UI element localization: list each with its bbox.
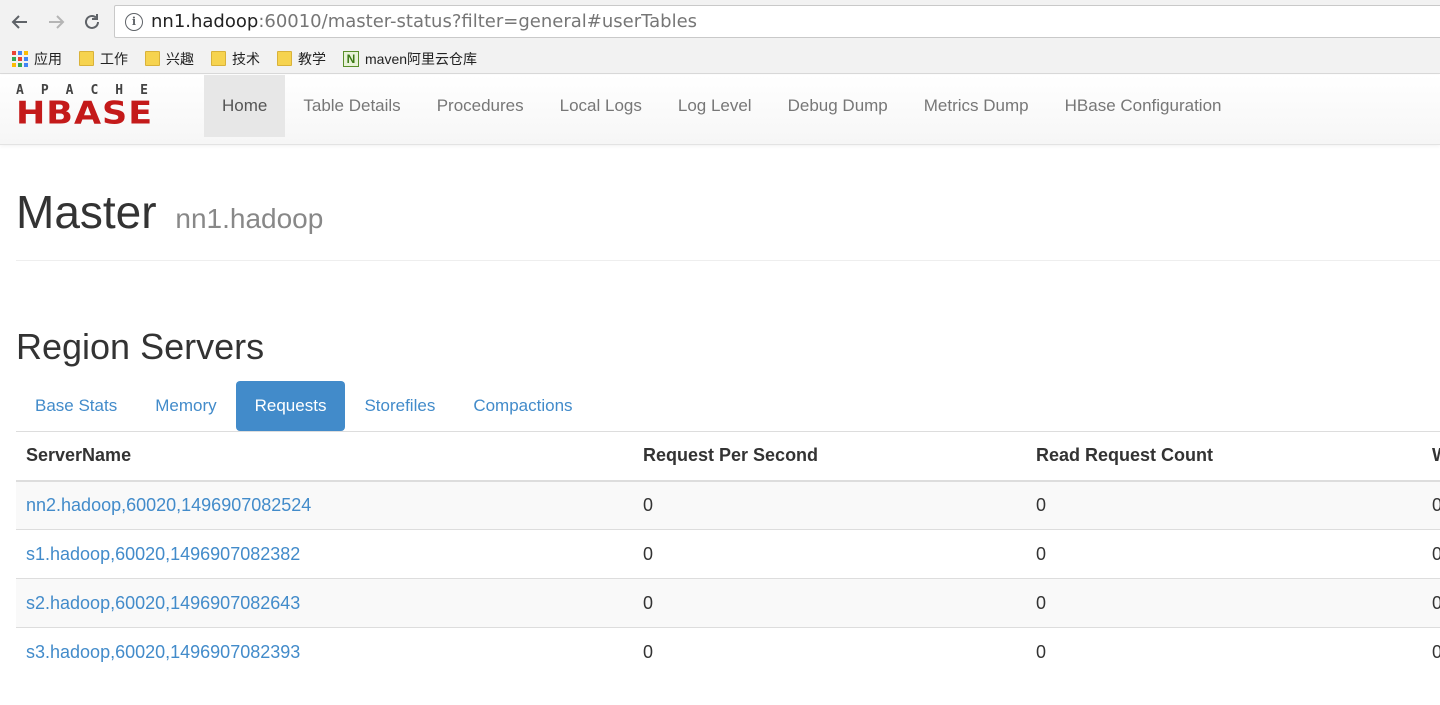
back-arrow-icon — [11, 15, 27, 29]
reload-button[interactable] — [76, 6, 108, 38]
bookmark-folder-interest[interactable]: 兴趣 — [145, 49, 194, 69]
back-button[interactable] — [4, 6, 36, 38]
tab-memory[interactable]: Memory — [136, 381, 235, 431]
cell-write-request-count: 0 — [1422, 529, 1440, 579]
table-header-row: ServerName Request Per Second Read Reque… — [16, 431, 1440, 482]
bookmark-apps[interactable]: 应用 — [12, 49, 62, 69]
nav-metrics-dump[interactable]: Metrics Dump — [906, 75, 1047, 137]
table-row: nn2.hadoop,60020,1496907082524 0 0 0 — [16, 480, 1440, 530]
cell-request-per-second: 0 — [633, 529, 1026, 579]
forward-arrow-icon — [49, 15, 65, 29]
cell-write-request-count: 0 — [1422, 627, 1440, 677]
cell-read-request-count: 0 — [1026, 480, 1422, 530]
bookmarks-bar: 应用 工作 兴趣 技术 教学 N maven阿里云仓库 — [0, 44, 1440, 74]
url-host: nn1.hadoop — [151, 11, 259, 32]
tab-storefiles[interactable]: Storefiles — [345, 381, 454, 431]
requests-table: ServerName Request Per Second Read Reque… — [16, 431, 1440, 677]
bookmark-label: 应用 — [34, 50, 62, 67]
page-subtitle: nn1.hadoop — [175, 203, 324, 234]
region-servers-tabs: Base Stats Memory Requests Storefiles Co… — [16, 381, 592, 431]
n-favicon-icon: N — [343, 50, 359, 67]
header-divider — [16, 260, 1440, 261]
folder-icon — [277, 51, 292, 66]
bookmark-folder-work[interactable]: 工作 — [79, 49, 128, 69]
tab-base-stats[interactable]: Base Stats — [16, 381, 136, 431]
cell-servername: s2.hadoop,60020,1496907082643 — [16, 578, 633, 628]
folder-icon — [211, 51, 226, 66]
tab-requests[interactable]: Requests — [235, 381, 346, 431]
table-row: s2.hadoop,60020,1496907082643 0 0 0 — [16, 578, 1440, 628]
server-link[interactable]: nn2.hadoop,60020,1496907082524 — [26, 495, 311, 515]
column-header-servername: ServerName — [16, 431, 633, 482]
folder-icon — [79, 51, 94, 66]
bookmark-label: maven阿里云仓库 — [365, 50, 478, 67]
requests-table-wrap: ServerName Request Per Second Read Reque… — [16, 431, 1440, 677]
table-row: s1.hadoop,60020,1496907082382 0 0 0 — [16, 529, 1440, 579]
cell-write-request-count: 0 — [1422, 480, 1440, 530]
page-title: Master nn1.hadoop — [16, 185, 323, 239]
nav-procedures[interactable]: Procedures — [419, 75, 542, 137]
nav-debug-dump[interactable]: Debug Dump — [770, 75, 906, 137]
bookmark-label: 工作 — [100, 50, 128, 67]
hbase-logo[interactable]: APACHE HBASE — [16, 84, 186, 130]
cell-read-request-count: 0 — [1026, 578, 1422, 628]
cell-request-per-second: 0 — [633, 578, 1026, 628]
column-header-write-request-count: W — [1422, 431, 1440, 482]
cell-servername: s1.hadoop,60020,1496907082382 — [16, 529, 633, 579]
cell-write-request-count: 0 — [1422, 578, 1440, 628]
address-bar[interactable]: i nn1.hadoop:60010/master-status?filter=… — [114, 5, 1440, 38]
bookmark-maven[interactable]: N maven阿里云仓库 — [343, 49, 477, 69]
cell-servername: s3.hadoop,60020,1496907082393 — [16, 627, 633, 677]
cell-read-request-count: 0 — [1026, 627, 1422, 677]
server-link[interactable]: s2.hadoop,60020,1496907082643 — [26, 593, 300, 613]
cell-read-request-count: 0 — [1026, 529, 1422, 579]
tab-compactions[interactable]: Compactions — [454, 381, 591, 431]
nav-home[interactable]: Home — [204, 75, 286, 137]
bookmark-folder-teaching[interactable]: 教学 — [277, 49, 326, 69]
nav-log-level[interactable]: Log Level — [660, 75, 770, 137]
browser-toolbar: i nn1.hadoop:60010/master-status?filter=… — [0, 0, 1440, 44]
bookmark-label: 教学 — [298, 50, 326, 67]
apps-grid-icon — [12, 50, 28, 67]
nav-menu: Home Table Details Procedures Local Logs… — [204, 75, 1240, 145]
nav-local-logs[interactable]: Local Logs — [542, 75, 660, 137]
info-icon[interactable]: i — [125, 12, 143, 31]
nav-hbase-configuration[interactable]: HBase Configuration — [1047, 75, 1240, 137]
cell-request-per-second: 0 — [633, 480, 1026, 530]
column-header-read-request-count: Read Request Count — [1026, 431, 1422, 482]
section-title-region-servers: Region Servers — [16, 326, 265, 367]
bookmark-label: 技术 — [232, 50, 260, 67]
hbase-navbar: APACHE HBASE Home Table Details Procedur… — [0, 75, 1440, 145]
server-link[interactable]: s3.hadoop,60020,1496907082393 — [26, 642, 300, 662]
reload-icon — [85, 14, 99, 29]
bookmark-label: 兴趣 — [166, 50, 194, 67]
logo-hbase-text: HBASE — [16, 95, 154, 132]
cell-request-per-second: 0 — [633, 627, 1026, 677]
cell-servername: nn2.hadoop,60020,1496907082524 — [16, 480, 633, 530]
table-row: s3.hadoop,60020,1496907082393 0 0 0 — [16, 627, 1440, 677]
bookmark-folder-tech[interactable]: 技术 — [211, 49, 260, 69]
nav-table-details[interactable]: Table Details — [285, 75, 418, 137]
forward-button[interactable] — [40, 6, 72, 38]
url-path: :60010/master-status?filter=general#user… — [258, 11, 698, 32]
server-link[interactable]: s1.hadoop,60020,1496907082382 — [26, 544, 300, 564]
column-header-request-per-second: Request Per Second — [633, 431, 1026, 482]
folder-icon — [145, 51, 160, 66]
page-title-text: Master — [16, 186, 157, 238]
